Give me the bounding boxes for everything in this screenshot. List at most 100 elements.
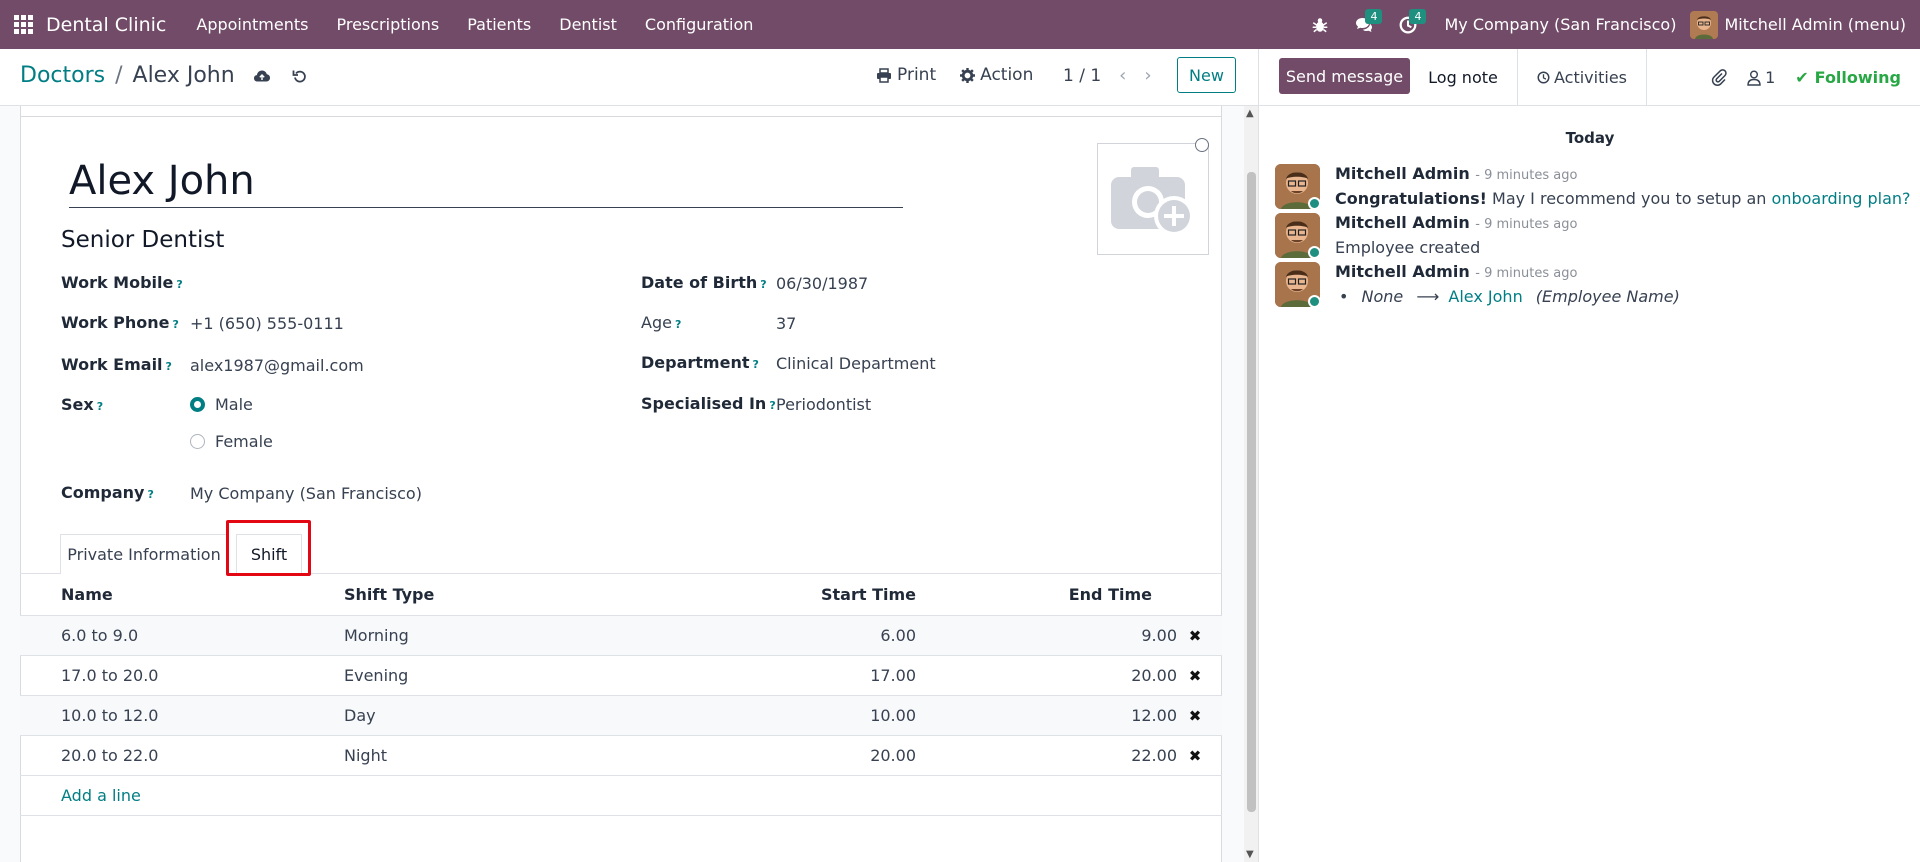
message-body: Mitchell Admin - 9 minutes ago Congratul… [1335,164,1911,208]
tracking-old-value: None [1361,287,1404,306]
following-button[interactable]: ✔ Following [1795,68,1901,87]
table-row[interactable]: 20.0 to 22.0 Night 20.00 22.00 ✖ [20,736,1222,776]
scroll-down-arrow-icon[interactable]: ▼ [1246,849,1254,860]
form-actions: Print Action [876,65,1057,85]
pager-next-icon[interactable]: › [1144,65,1151,86]
tab-private-information[interactable]: Private Information [60,534,228,574]
message-text: Congratulations! May I recommend you to … [1335,189,1911,208]
onboarding-plan-link[interactable]: onboarding plan? [1772,189,1911,208]
row-name: 20.0 to 22.0 [61,746,159,765]
help-tooltip-icon[interactable]: ? [752,358,758,371]
new-record-button[interactable]: New [1177,57,1236,93]
column-header-end-time[interactable]: End Time [1069,574,1152,615]
help-tooltip-icon[interactable]: ? [675,318,681,331]
help-tooltip-icon[interactable]: ? [173,318,179,331]
help-tooltip-icon[interactable]: ? [176,278,182,291]
menu-appointments[interactable]: Appointments [182,0,322,49]
message-header: Mitchell Admin - 9 minutes ago [1335,213,1895,232]
dob-row: Date of Birth? [641,273,767,292]
row-start-time: 10.00 [870,706,916,725]
delete-row-icon[interactable]: ✖ [1188,616,1202,655]
table-row[interactable]: 10.0 to 12.0 Day 10.00 12.00 ✖ [20,696,1222,736]
employee-name-field[interactable]: Alex John [69,157,903,208]
followers-button[interactable]: 1 [1747,68,1775,87]
bullet-icon: • [1339,287,1349,306]
chatter-topbar: Send message Log note Activities 1 ✔ Fol… [1259,49,1920,106]
message-plain-text: May I recommend you to setup an [1486,189,1772,208]
photo-status-circle [1195,138,1209,152]
systray: 4 4 My Company (San Francisco) Mitchell … [1298,0,1920,49]
debug-bug-icon[interactable] [1298,0,1342,49]
table-row[interactable]: 17.0 to 20.0 Evening 17.00 20.00 ✖ [20,656,1222,696]
row-name: 17.0 to 20.0 [61,666,159,685]
apps-menu-button[interactable] [0,0,46,49]
log-note-button[interactable]: Log note [1409,49,1517,106]
help-tooltip-icon[interactable]: ? [166,360,172,373]
messaging-icon[interactable]: 4 [1342,0,1386,49]
work-phone-input[interactable]: +1 (650) 555-0111 [190,314,344,333]
message-author[interactable]: Mitchell Admin [1335,164,1470,183]
delete-row-icon[interactable]: ✖ [1188,696,1202,735]
row-end-time: 12.00 [1131,706,1177,725]
pager-previous-icon[interactable]: ‹ [1119,65,1126,86]
department-input[interactable]: Clinical Department [776,354,936,373]
specialised-row: Specialised In? [641,394,776,413]
message-author[interactable]: Mitchell Admin [1335,213,1470,232]
help-tooltip-icon[interactable]: ? [769,399,775,412]
message-header: Mitchell Admin - 9 minutes ago [1335,262,1895,281]
send-message-button[interactable]: Send message [1279,58,1410,94]
menu-dentist[interactable]: Dentist [545,0,631,49]
menu-patients[interactable]: Patients [453,0,545,49]
row-end-time: 9.00 [1141,626,1177,645]
work-email-input[interactable]: alex1987@gmail.com [190,356,364,375]
delete-row-icon[interactable]: ✖ [1188,736,1202,775]
activity-clock-icon[interactable]: 4 [1386,0,1430,49]
messages-badge: 4 [1365,9,1383,24]
activities-button[interactable]: Activities [1517,49,1647,106]
clock-icon [1537,71,1550,84]
company-label: Company [61,483,145,502]
print-button[interactable]: Print [876,65,936,85]
specialised-input[interactable]: Periodontist [776,395,871,414]
company-input[interactable]: My Company (San Francisco) [190,484,422,503]
department-row: Department? [641,353,759,372]
dob-input[interactable]: 06/30/1987 [776,274,868,293]
app-brand[interactable]: Dental Clinic [46,14,166,36]
camera-plus-icon [1111,167,1194,236]
user-avatar [1690,10,1719,39]
attachment-paperclip-icon[interactable] [1711,68,1727,87]
message-author[interactable]: Mitchell Admin [1335,262,1470,281]
scrollbar-thumb[interactable] [1247,172,1256,812]
discard-undo-icon[interactable] [289,65,311,87]
pager-value[interactable]: 1 / 1 [1063,66,1101,86]
form-scrollbar[interactable]: ▲ ▼ [1244,106,1258,862]
tracking-field-name: (Employee Name) [1535,287,1680,306]
save-cloud-icon[interactable] [251,65,273,87]
menu-prescriptions[interactable]: Prescriptions [322,0,453,49]
help-tooltip-icon[interactable]: ? [147,488,153,501]
sex-radio-female[interactable]: Female [190,432,273,451]
row-name: 6.0 to 9.0 [61,626,139,645]
company-switcher[interactable]: My Company (San Francisco) [1430,15,1690,34]
job-title-field[interactable]: Senior Dentist [61,227,224,253]
column-header-start-time[interactable]: Start Time [821,574,916,615]
pager: 1 / 1 ‹ › [1063,65,1152,86]
breadcrumb-doctors-link[interactable]: Doctors [20,63,105,88]
scroll-up-arrow-icon[interactable]: ▲ [1246,108,1254,119]
activities-badge: 4 [1409,9,1427,24]
action-button[interactable]: Action [960,65,1033,85]
help-tooltip-icon[interactable]: ? [97,400,103,413]
help-tooltip-icon[interactable]: ? [760,278,766,291]
menu-configuration[interactable]: Configuration [631,0,768,49]
column-header-shift-type[interactable]: Shift Type [344,574,434,615]
delete-row-icon[interactable]: ✖ [1188,656,1202,695]
sex-radio-male[interactable]: Male [190,395,253,414]
employee-photo-upload[interactable] [1097,138,1209,255]
user-menu[interactable]: Mitchell Admin (menu) [1690,10,1920,39]
activities-label: Activities [1554,68,1627,87]
table-row[interactable]: 6.0 to 9.0 Morning 6.00 9.00 ✖ [20,616,1222,656]
column-header-name[interactable]: Name [61,574,113,615]
add-line-link[interactable]: Add a line [61,776,141,815]
row-end-time: 20.00 [1131,666,1177,685]
tab-shift[interactable]: Shift [236,534,302,574]
